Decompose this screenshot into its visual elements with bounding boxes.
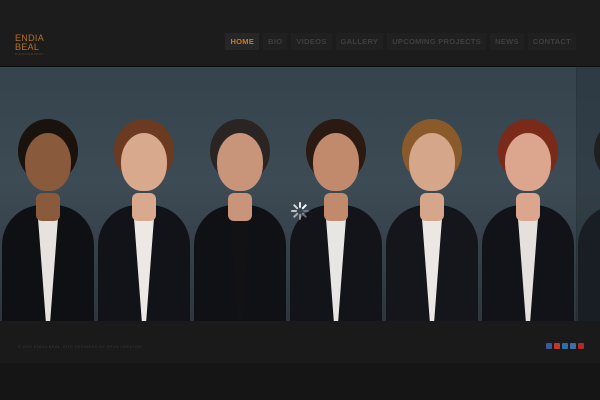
flickr-icon[interactable] <box>570 343 576 349</box>
logo-subtitle: PHOTOGRAPHY <box>15 52 44 56</box>
portrait-2 <box>96 67 193 321</box>
neck <box>516 193 540 221</box>
face <box>217 133 263 191</box>
nav-news[interactable]: NEWS <box>490 33 524 50</box>
face <box>313 133 359 191</box>
portrait-3 <box>192 67 289 321</box>
hair <box>594 119 600 183</box>
jacket <box>578 205 600 321</box>
site-header: ENDIA BEAL PHOTOGRAPHY HOME BIO VIDEOS G… <box>0 0 600 67</box>
face <box>409 133 455 191</box>
logo-line-2: BEAL <box>15 42 40 52</box>
footer-band <box>0 321 600 363</box>
site-logo[interactable]: ENDIA BEAL PHOTOGRAPHY <box>15 34 44 57</box>
portrait-7 <box>576 67 600 321</box>
main-nav: HOME BIO VIDEOS GALLERY UPCOMING PROJECT… <box>225 33 576 50</box>
face <box>121 133 167 191</box>
social-links <box>546 343 584 349</box>
portrait-6 <box>480 67 577 321</box>
portrait-1 <box>0 67 97 321</box>
neck <box>36 193 60 221</box>
portrait-4 <box>288 67 385 321</box>
youtube-icon[interactable] <box>578 343 584 349</box>
neck <box>420 193 444 221</box>
facebook-icon[interactable] <box>546 343 552 349</box>
loading-spinner-icon <box>291 202 309 220</box>
nav-bio[interactable]: BIO <box>263 33 288 50</box>
portrait-5 <box>384 67 481 321</box>
nav-gallery[interactable]: GALLERY <box>335 33 384 50</box>
face <box>505 133 551 191</box>
nav-upcoming-projects[interactable]: UPCOMING PROJECTS <box>387 33 487 50</box>
neck <box>132 193 156 221</box>
portrait-gallery[interactable] <box>0 67 600 321</box>
neck <box>228 193 252 221</box>
neck <box>324 193 348 221</box>
nav-contact[interactable]: CONTACT <box>527 33 576 50</box>
face <box>25 133 71 191</box>
nav-videos[interactable]: VIDEOS <box>291 33 332 50</box>
footer-copyright: © 2011 ENDIA BEAL. SITE DESIGNED BY SPUN… <box>18 344 143 349</box>
google-plus-icon[interactable] <box>554 343 560 349</box>
linkedin-icon[interactable] <box>562 343 568 349</box>
nav-home[interactable]: HOME <box>225 33 260 50</box>
